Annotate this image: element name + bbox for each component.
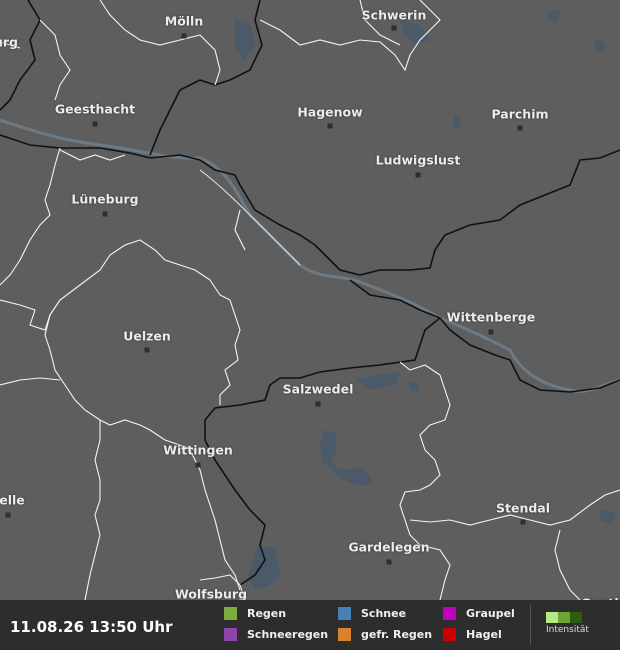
legend-item-hagel: Hagel [443,628,502,641]
legend-item-gefr-regen: gefr. Regen [338,628,432,641]
city-label-urg: urg [0,34,19,50]
city-label-salzwedel: Salzwedel [282,381,354,397]
legend-item-schneeregen: Schneeregen [224,628,328,641]
city-label-uelzen: Uelzen [123,328,171,344]
legend-label: Schnee [361,607,407,620]
legend-label: Graupel [466,607,515,620]
legend-item-graupel: Graupel [443,607,515,620]
timestamp: 11.08.26 13:50 Uhr [10,618,173,636]
intensity-low [546,612,558,623]
city-label-stendal: Stendal [495,500,551,516]
graupel-swatch [443,607,456,620]
intensity-high [570,612,582,623]
hagel-swatch [443,628,456,641]
intensity-mid [558,612,570,623]
city-marker-geesthacht [92,121,98,127]
intensity-label: Intensität [546,625,589,635]
legend-separator [530,605,531,645]
city-marker-schwerin [391,25,397,31]
intensity-scale: Intensität [546,612,589,635]
city-label-ludwigslust: Ludwigslust [375,152,461,168]
city-label-schwerin: Schwerin [361,7,427,23]
legend-label: gefr. Regen [361,628,433,641]
city-label-hagenow: Hagenow [297,104,363,120]
schnee-swatch [338,607,351,620]
city-marker-molln [181,33,187,39]
city-marker-wittenberge [488,329,494,335]
city-marker-uelzen [144,347,150,353]
intensity-bars [546,612,589,623]
city-label-gardelegen: Gardelegen [348,539,430,555]
city-marker-stendal [520,519,526,525]
city-marker-luneburg [102,211,108,217]
legend-bar: 11.08.26 13:50 Uhr Regen Schneeregen Sch… [0,600,620,650]
city-marker-ludwigslust [415,172,421,178]
city-label-wittenberge: Wittenberge [446,309,536,325]
radar-map[interactable]: Mölln Schwerin urg Geesthacht Hagenow Pa… [0,0,620,650]
legend-label: Hagel [466,628,502,641]
legend-label: Schneeregen [247,628,329,641]
legend-item-schnee: Schnee [338,607,406,620]
city-marker-wittingen [195,462,201,468]
city-label-geesthacht: Geesthacht [54,101,136,117]
city-marker-hagenow [327,123,333,129]
city-label-luneburg: Lüneburg [71,191,139,207]
city-marker-elle [5,512,11,518]
legend-item-regen: Regen [224,607,286,620]
city-label-elle: elle [0,492,25,508]
schneeregen-swatch [224,628,237,641]
city-label-parchim: Parchim [491,106,549,122]
city-label-wittingen: Wittingen [163,442,233,458]
city-marker-parchim [517,125,523,131]
gefr-regen-swatch [338,628,351,641]
legend-label: Regen [247,607,287,620]
city-marker-gardelegen [386,559,392,565]
map-basemap [0,0,620,650]
city-label-molln: Mölln [164,13,204,29]
regen-swatch [224,607,237,620]
city-marker-salzwedel [315,401,321,407]
